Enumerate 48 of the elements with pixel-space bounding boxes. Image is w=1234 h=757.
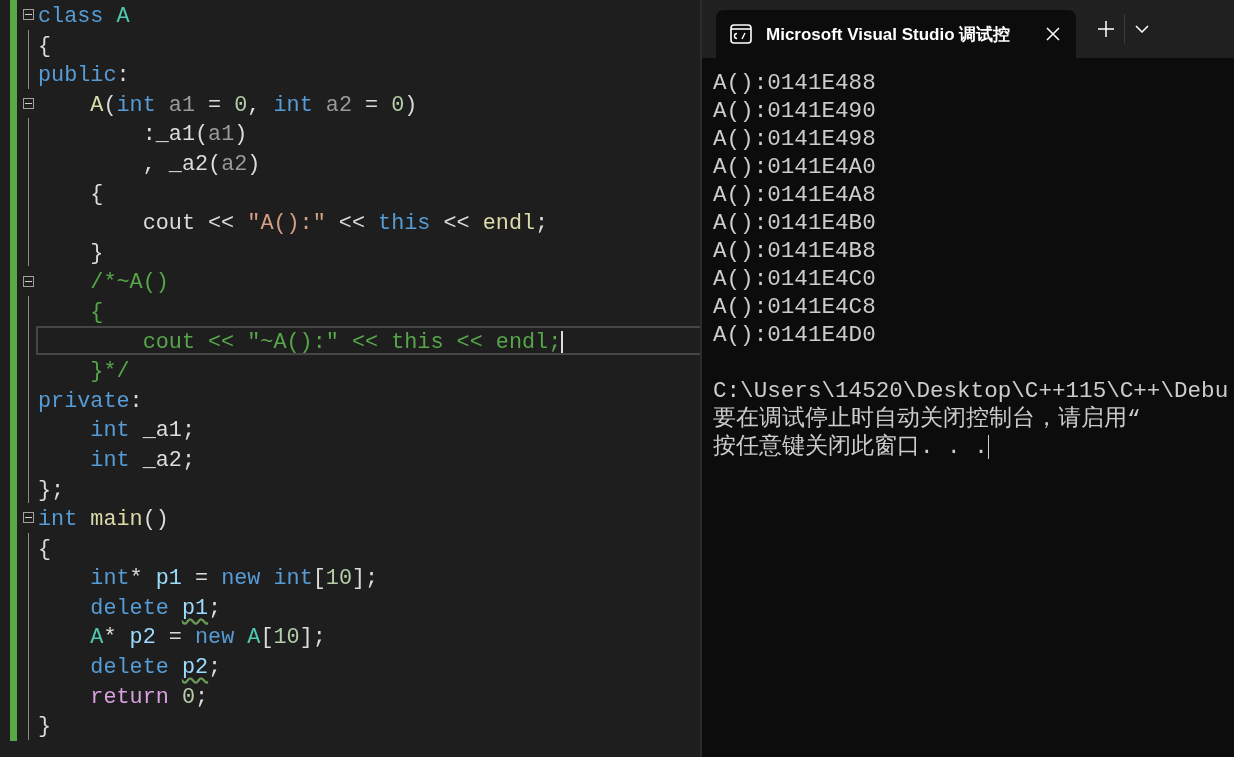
code-line: }; <box>37 476 66 504</box>
chevron-down-icon[interactable] <box>1135 25 1149 33</box>
code-line: delete p1; <box>89 594 223 622</box>
code-line: } <box>37 713 53 740</box>
collapse-icon[interactable] <box>22 98 34 110</box>
tab-title: Microsoft Visual Studio 调试控 <box>766 23 1012 46</box>
code-line: }*/ <box>89 358 131 385</box>
current-code-line: cout << "~A():" << this << endl; <box>36 325 700 356</box>
close-icon[interactable] <box>1046 27 1060 41</box>
code-line: int _a1; <box>89 417 196 444</box>
console-output-line: A():0141E4C8 <box>713 293 877 321</box>
code-line: return 0; <box>89 683 210 711</box>
code-line: /*~A() <box>89 269 170 296</box>
code-line: { <box>89 180 105 208</box>
code-line: :_a1(a1) <box>141 121 249 148</box>
console-output-line: A():0141E4A8 <box>713 181 877 209</box>
code-line: A* p2 = new A[10]; <box>89 624 327 652</box>
console-output-line: A():0141E4C0 <box>713 265 877 293</box>
console-output-line: A():0141E4B0 <box>713 209 877 237</box>
console-output-line: A():0141E490 <box>713 97 877 125</box>
console-output-line: A():0141E4D0 <box>713 321 877 349</box>
console-output-line: A():0141E4B8 <box>713 237 877 265</box>
terminal-icon <box>730 24 752 44</box>
terminal-tab[interactable]: Microsoft Visual Studio 调试控 <box>716 10 1076 58</box>
collapse-icon[interactable] <box>22 512 34 524</box>
console-message-line: 要在调试停止时自动关闭控制台，请启用“ <box>713 405 1142 433</box>
console-message-line: C:\Users\14520\Desktop\C++115\C++\Debu <box>713 377 1230 405</box>
code-line: delete p2; <box>89 654 223 681</box>
code-line: { <box>37 32 53 60</box>
plus-icon[interactable] <box>1098 21 1114 37</box>
console-message-line: 按任意键关闭此窗口. . . <box>713 433 991 461</box>
code-line: private: <box>37 387 144 415</box>
code-line: { <box>89 298 105 326</box>
code-line: int _a2; <box>89 446 196 474</box>
code-line: A(int a1 = 0, int a2 = 0) <box>89 91 419 119</box>
console-output-line: A():0141E488 <box>713 69 877 97</box>
collapse-icon[interactable] <box>22 9 34 21</box>
code-line: int main() <box>37 506 170 533</box>
code-line: public: <box>37 62 131 89</box>
code-line: int* p1 = new int[10]; <box>89 565 380 592</box>
code-line: cout << "A():" << this << endl; <box>141 210 550 237</box>
code-line: } <box>89 239 105 267</box>
code-line: { <box>37 535 53 563</box>
console-output-line: A():0141E498 <box>713 125 877 153</box>
code-line: class A <box>37 3 131 30</box>
code-line: , _a2(a2) <box>141 150 262 178</box>
console-output-line: A():0141E4A0 <box>713 153 877 181</box>
collapse-icon[interactable] <box>22 275 34 287</box>
